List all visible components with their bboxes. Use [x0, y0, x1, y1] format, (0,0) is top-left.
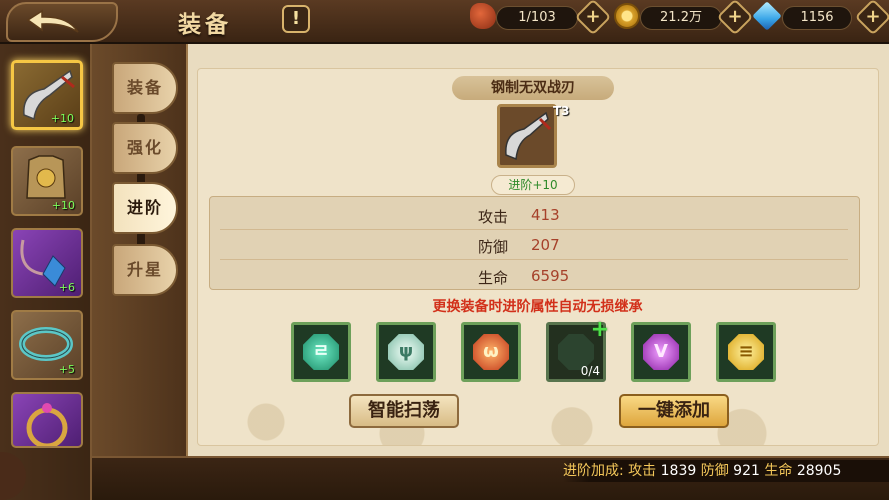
resource-meat-value: 1/103: [518, 10, 556, 25]
sword-icon: [505, 111, 552, 161]
bonus-atk-label: 攻击: [628, 463, 657, 479]
equipment-list: +10 +10 +6 +5: [0, 44, 92, 500]
gem-slot-1[interactable]: ㄹ: [291, 322, 351, 382]
stat-value: 413: [531, 206, 560, 224]
gem-slot-2[interactable]: ψ: [376, 322, 436, 382]
bonus-label: 进阶加成:: [563, 463, 624, 479]
equipment-level: +5: [58, 363, 75, 376]
coin-icon: [614, 3, 640, 29]
bonus-def-value: 921: [733, 463, 760, 479]
equipment-slot-bracelet[interactable]: +5: [11, 310, 83, 380]
equipment-level: +10: [51, 199, 75, 212]
equipment-slot-amulet[interactable]: +6: [11, 228, 83, 298]
bonus-hp-label: 生命: [764, 463, 793, 479]
item-stage: 进阶+10: [491, 175, 575, 195]
gem-glyph: ψ: [398, 341, 414, 362]
stat-value: 6595: [531, 267, 570, 285]
item-portrait: [497, 104, 557, 168]
page-title: 装备: [178, 12, 232, 38]
resource-diamond-value: 1156: [800, 10, 834, 25]
item-tier: T3: [553, 104, 570, 118]
gem-glyph: ㄹ: [312, 341, 330, 362]
add-meat-button[interactable]: +: [574, 0, 612, 36]
gem-glyph: V: [654, 341, 668, 362]
equipment-slot-armor[interactable]: +10: [11, 146, 83, 216]
resource-meat: 1/103: [496, 6, 578, 30]
back-button[interactable]: [6, 2, 118, 42]
bonus-atk-value: 1839: [660, 463, 697, 479]
gem-glyph: ω: [483, 341, 499, 362]
divider: [220, 259, 848, 260]
top-bar: 装备 ! 1/103 + 21.2万 + 1156 +: [0, 0, 889, 44]
add-coin-button[interactable]: +: [716, 0, 754, 36]
stat-row: 防御 207: [210, 230, 859, 260]
gem-slot-3[interactable]: ω: [461, 322, 521, 382]
meat-icon: [470, 3, 496, 29]
stat-label: 防御: [478, 238, 509, 256]
stat-row: 攻击 413: [210, 200, 859, 230]
gem-slot-6[interactable]: ≡: [716, 322, 776, 382]
inherit-notice: 更换装备时进阶属性自动无损继承: [432, 299, 643, 315]
item-name: 钢制无双战刃: [452, 76, 614, 100]
ring-icon: [26, 403, 68, 449]
equipment-slot-ring[interactable]: [11, 392, 83, 449]
stat-label: 攻击: [478, 208, 509, 226]
diamond-icon: [752, 1, 782, 31]
stat-label: 生命: [478, 269, 509, 287]
stat-value: 207: [531, 236, 560, 254]
gem-slot-4[interactable]: 0/4 +: [546, 317, 609, 382]
plus-icon: +: [727, 6, 743, 28]
tab-equip[interactable]: 装备: [112, 62, 178, 114]
tab-star-up[interactable]: 升星: [112, 244, 178, 296]
equipment-slot-sword[interactable]: +10: [11, 60, 83, 130]
gem-glyph: ≡: [738, 341, 754, 362]
resource-coin-value: 21.2万: [660, 10, 702, 25]
add-diamond-button[interactable]: +: [854, 0, 889, 36]
resource-coin: 21.2万: [640, 6, 722, 30]
equipment-level: +10: [50, 112, 74, 125]
bonus-hp-value: 28905: [796, 463, 842, 479]
one-click-add-button[interactable]: 一键添加: [619, 394, 729, 428]
gem-slot-5[interactable]: V: [631, 322, 691, 382]
add-gem-icon[interactable]: +: [591, 317, 609, 342]
stat-row: 生命 6595: [210, 261, 859, 291]
info-button[interactable]: !: [282, 5, 310, 33]
bonus-def-label: 防御: [700, 463, 729, 479]
resource-diamond: 1156: [782, 6, 852, 30]
equipment-level: +6: [58, 281, 75, 294]
tab-enhance[interactable]: 强化: [112, 122, 178, 174]
back-arrow-icon: [26, 9, 79, 33]
smart-sweep-button[interactable]: 智能扫荡: [349, 394, 459, 428]
advance-bonus: 进阶加成: 攻击 1839 防御 921 生命 28905: [563, 460, 889, 482]
plus-icon: +: [585, 6, 601, 28]
gem-count: 0/4: [580, 364, 600, 378]
plus-icon: +: [865, 6, 881, 28]
tab-advance[interactable]: 进阶: [112, 182, 178, 234]
